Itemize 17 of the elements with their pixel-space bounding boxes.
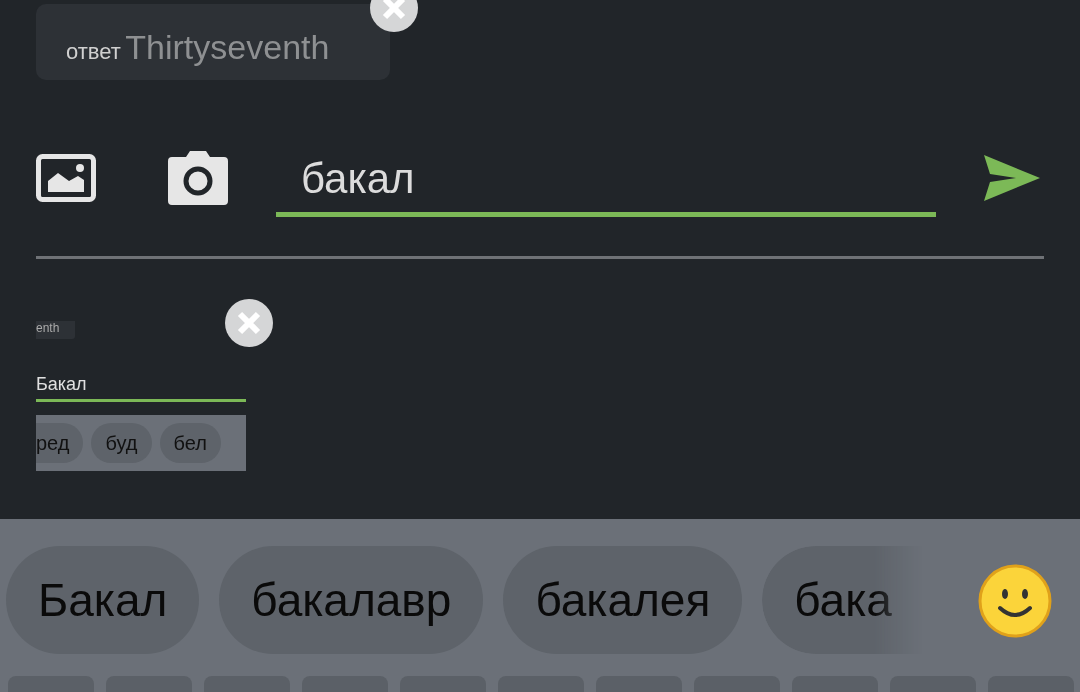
suggestion-chip: бел bbox=[159, 423, 221, 463]
suggestion-chip: ред bbox=[36, 423, 84, 463]
send-icon[interactable] bbox=[984, 155, 1040, 201]
screenshot-thumbnail[interactable]: enth Бакал ред буд бел bbox=[36, 317, 246, 471]
smiley-icon[interactable] bbox=[978, 564, 1052, 638]
message-input-field[interactable]: бакал bbox=[276, 145, 936, 217]
camera-icon[interactable] bbox=[168, 151, 228, 205]
input-text: Бакал bbox=[36, 373, 87, 395]
reply-name: Thirtyseventh bbox=[125, 28, 330, 66]
suggestion-chip[interactable]: бакалавр bbox=[219, 546, 484, 654]
reply-label: ответ bbox=[66, 39, 121, 64]
suggestion-chip: буд bbox=[91, 423, 152, 463]
suggestion-chip[interactable]: бакалея bbox=[503, 546, 743, 654]
reply-chip: enth bbox=[36, 321, 75, 339]
image-icon[interactable] bbox=[36, 154, 96, 202]
suggestion-chip[interactable]: Бакал bbox=[6, 546, 200, 654]
close-icon[interactable] bbox=[225, 299, 273, 347]
